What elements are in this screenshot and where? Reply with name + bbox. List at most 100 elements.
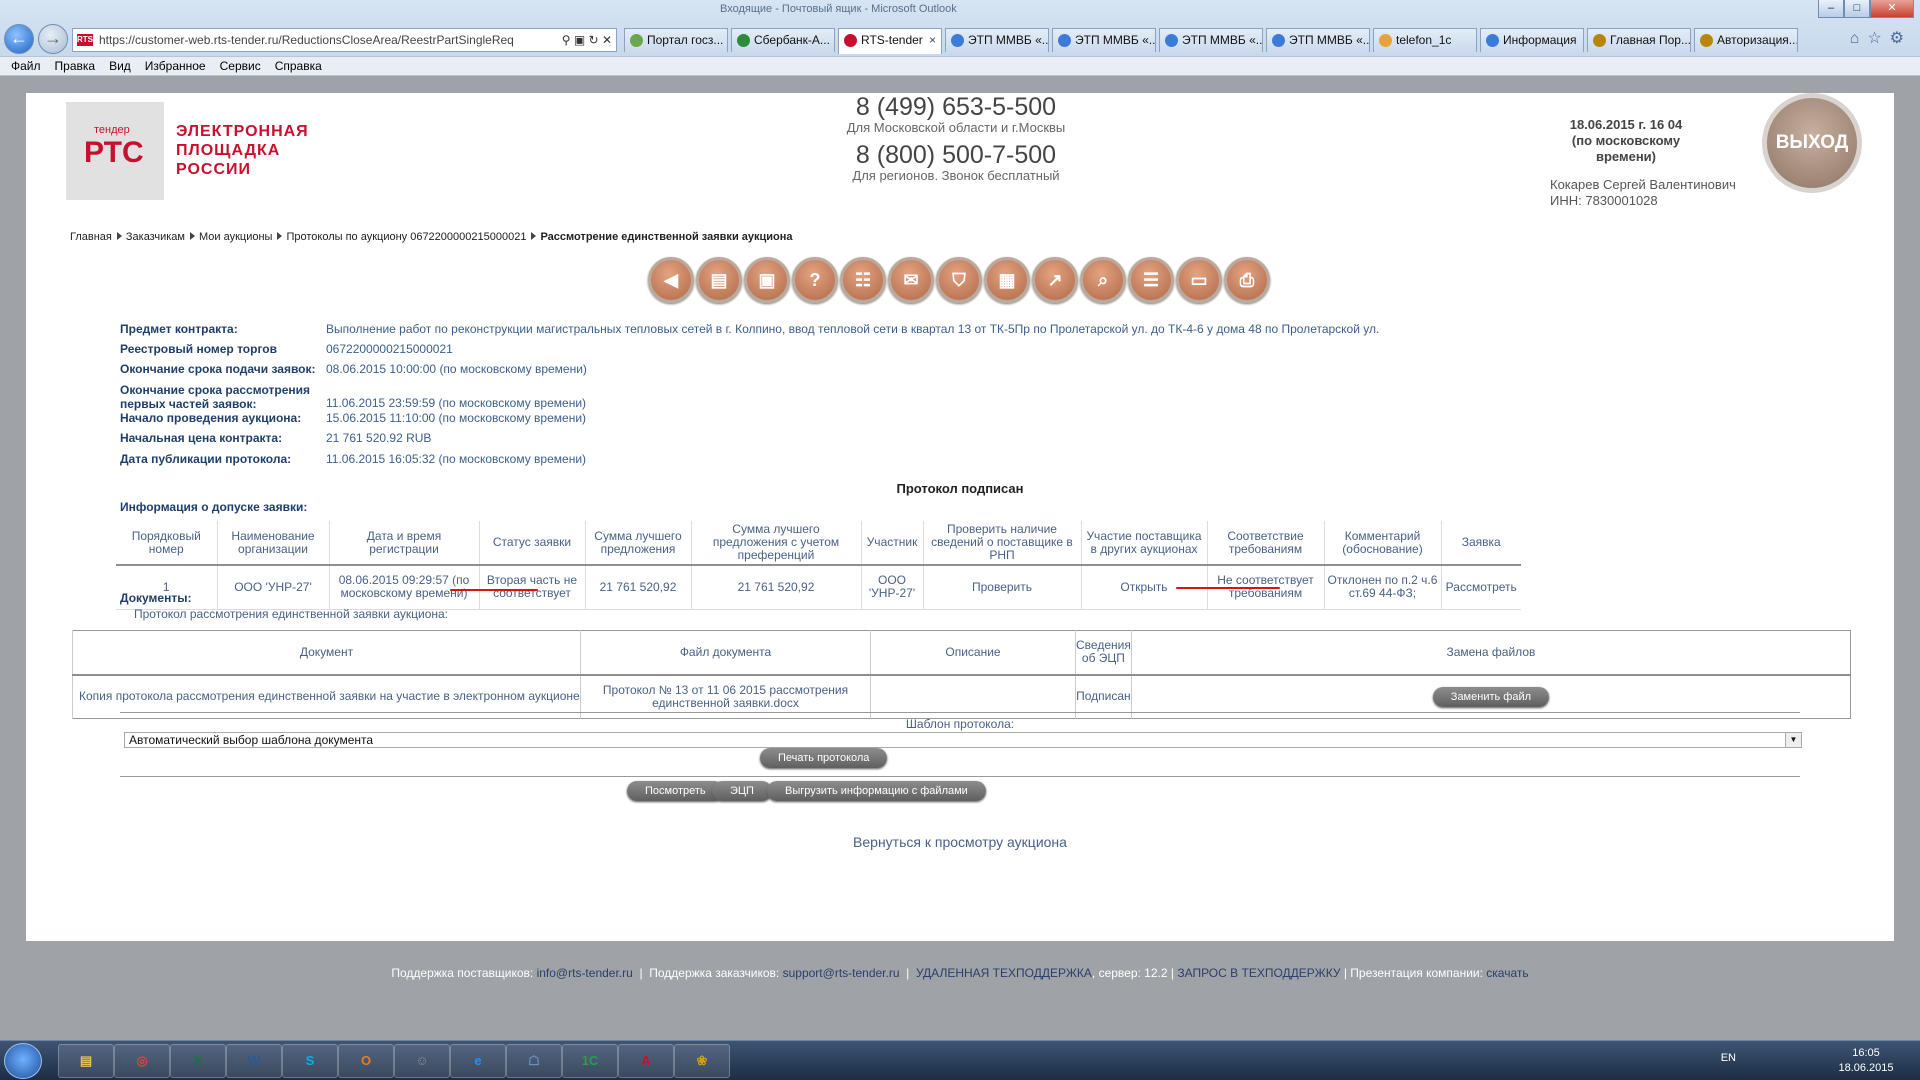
- tab-favicon-icon: [1058, 34, 1071, 47]
- 1c-icon[interactable]: 1C: [562, 1044, 618, 1078]
- gear-icon[interactable]: ⚙: [1890, 30, 1912, 47]
- refresh-icon[interactable]: ↻: [589, 33, 599, 47]
- browser-tab[interactable]: telefon_1c: [1373, 28, 1477, 52]
- phones: 8 (499) 653-5-500 Для Московской области…: [706, 93, 1206, 183]
- print-protocol-button[interactable]: Печать протокола: [760, 748, 888, 768]
- app-icon[interactable]: ☺: [394, 1044, 450, 1078]
- detail-value: 11.06.2015 16:05:32 (по московскому врем…: [326, 452, 587, 466]
- template-select[interactable]: Автоматический выбор шаблона документа ▼: [124, 732, 1802, 748]
- detail-value: 0672200000215000021: [326, 342, 453, 356]
- browser-tab[interactable]: Авторизация...: [1694, 28, 1798, 52]
- browser-tab[interactable]: ЭТП ММВБ «...: [1266, 28, 1370, 52]
- maximize-button[interactable]: □: [1844, 0, 1870, 18]
- printer-icon[interactable]: ⎙: [1224, 257, 1270, 303]
- address-actions: ⚲ ▣ ↻ ✕: [557, 29, 612, 51]
- breadcrumb-separator-icon: [277, 232, 283, 240]
- close-window-button[interactable]: ✕: [1870, 0, 1914, 18]
- chrome-icon[interactable]: ◎: [114, 1044, 170, 1078]
- mail-icon[interactable]: ✉: [888, 257, 934, 303]
- chart-icon[interactable]: ↗: [1032, 257, 1078, 303]
- tab-favicon-icon: [1165, 34, 1178, 47]
- support-request-link[interactable]: ЗАПРОС В ТЕХПОДДЕРЖКУ: [1177, 966, 1340, 980]
- clock[interactable]: 16:05 18.06.2015: [1826, 1046, 1906, 1076]
- breadcrumb-link[interactable]: Мои аукционы: [199, 231, 272, 243]
- document-icon[interactable]: ☷: [840, 257, 886, 303]
- customer-support-email[interactable]: support@rts-tender.ru: [783, 966, 900, 980]
- phone-moscow-note: Для Московской области и г.Москвы: [846, 120, 1066, 135]
- ie-icon[interactable]: e: [450, 1044, 506, 1078]
- briefcase-icon[interactable]: ▤: [696, 257, 742, 303]
- browser-tab[interactable]: ЭТП ММВБ «...: [1159, 28, 1263, 52]
- home-icon[interactable]: ⌂: [1850, 30, 1868, 47]
- breadcrumb-link[interactable]: Протоколы по аукциону 067220000021500002…: [286, 231, 526, 243]
- ecp-button[interactable]: ЭЦП: [712, 781, 772, 801]
- breadcrumb-separator-icon: [189, 232, 195, 240]
- menu-item[interactable]: Справка: [275, 57, 322, 75]
- check-rnp-link[interactable]: Проверить: [922, 565, 1081, 610]
- stop-icon[interactable]: ✕: [602, 33, 612, 47]
- favorites-star-icon[interactable]: ☆: [1867, 30, 1889, 47]
- browser-tab[interactable]: RTS-tender ×: [838, 28, 942, 54]
- browser-tab[interactable]: Портал госз...: [624, 28, 728, 52]
- admission-header-cell: Проверить наличие сведений о поставщике …: [922, 521, 1081, 566]
- exit-button[interactable]: ВЫХОД: [1762, 93, 1862, 193]
- forward-button[interactable]: →: [38, 24, 68, 54]
- word-icon[interactable]: W: [226, 1044, 282, 1078]
- menu-item[interactable]: Файл: [11, 57, 41, 75]
- customer-support-label: Поддержка заказчиков:: [649, 966, 780, 980]
- excel-icon[interactable]: X: [170, 1044, 226, 1078]
- back-icon[interactable]: ◀: [648, 257, 694, 303]
- logo-text: ЭЛЕКТРОННАЯ ПЛОЩАДКА РОССИИ: [176, 122, 309, 179]
- menu-item[interactable]: Сервис: [220, 57, 261, 75]
- browser-tab[interactable]: Информация: [1480, 28, 1584, 52]
- remote-support-link[interactable]: УДАЛЕННАЯ ТЕХПОДДЕРЖКА: [916, 966, 1092, 980]
- menu-item[interactable]: Вид: [109, 57, 131, 75]
- search-icon[interactable]: ⚲: [562, 33, 571, 47]
- close-tab-icon[interactable]: ×: [929, 29, 936, 51]
- help-icon[interactable]: ?: [792, 257, 838, 303]
- supplier-support-email[interactable]: info@rts-tender.ru: [537, 966, 633, 980]
- paint-icon[interactable]: ❀: [674, 1044, 730, 1078]
- admission-title: Информация о допуске заявки:: [120, 500, 308, 514]
- browser-tab[interactable]: ЭТП ММВБ «...: [945, 28, 1049, 52]
- explorer-icon[interactable]: ▤: [58, 1044, 114, 1078]
- table-icon[interactable]: ▦: [984, 257, 1030, 303]
- breadcrumb-link[interactable]: Главная: [70, 231, 112, 243]
- menu-item[interactable]: Избранное: [145, 57, 206, 75]
- tab-label: ЭТП ММВБ «...: [1182, 33, 1263, 47]
- minimize-button[interactable]: –: [1818, 0, 1844, 18]
- menu-item[interactable]: Правка: [55, 57, 96, 75]
- view-button[interactable]: Посмотреть: [627, 781, 724, 801]
- chevron-down-icon[interactable]: ▼: [1785, 733, 1801, 747]
- skype-icon[interactable]: S: [282, 1044, 338, 1078]
- review-application-link[interactable]: Рассмотреть: [1440, 565, 1521, 610]
- bag-icon[interactable]: ▣: [744, 257, 790, 303]
- presentation-download-link[interactable]: скачать: [1486, 966, 1528, 980]
- browser-tab[interactable]: Главная Пор...: [1587, 28, 1691, 52]
- browser-tab[interactable]: ЭТП ММВБ «...: [1052, 28, 1156, 52]
- list-icon[interactable]: ☰: [1128, 257, 1174, 303]
- detail-label: Начальная цена контракта:: [120, 431, 283, 445]
- logo[interactable]: тендер РТС: [66, 102, 164, 200]
- network-icon[interactable]: ☖: [506, 1044, 562, 1078]
- admission-header-cell: Наименование организации: [216, 521, 329, 566]
- detail-value: Выполнение работ по реконструкции магист…: [326, 322, 1380, 336]
- search-icon[interactable]: ⌕: [1080, 257, 1126, 303]
- documents-header-row: Документ Файл документа Описание Сведения о…: [72, 630, 1851, 676]
- cart-icon[interactable]: ⛉: [936, 257, 982, 303]
- back-to-auction-link[interactable]: Вернуться к просмотру аукциона: [26, 834, 1894, 850]
- breadcrumb-link[interactable]: Заказчикам: [126, 231, 185, 243]
- browser-tab[interactable]: Сбербанк-А...: [731, 28, 835, 52]
- address-bar[interactable]: RTS https://customer-web.rts-tender.ru/R…: [72, 28, 617, 52]
- monitor-icon[interactable]: ▭: [1176, 257, 1222, 303]
- export-with-files-button[interactable]: Выгрузить информацию с файлами: [767, 781, 986, 801]
- outlook-icon[interactable]: O: [338, 1044, 394, 1078]
- detail-label: Предмет контракта:: [120, 322, 238, 336]
- replace-file-button[interactable]: Заменить файл: [1432, 686, 1550, 707]
- user-inn: ИНН: 7830001028: [1550, 193, 1658, 208]
- documents-header-cell: Замена файлов: [1130, 630, 1851, 676]
- back-button[interactable]: ←: [4, 24, 34, 54]
- pdf-icon[interactable]: A: [618, 1044, 674, 1078]
- start-button[interactable]: [4, 1043, 42, 1079]
- language-indicator[interactable]: EN: [1721, 1052, 1736, 1064]
